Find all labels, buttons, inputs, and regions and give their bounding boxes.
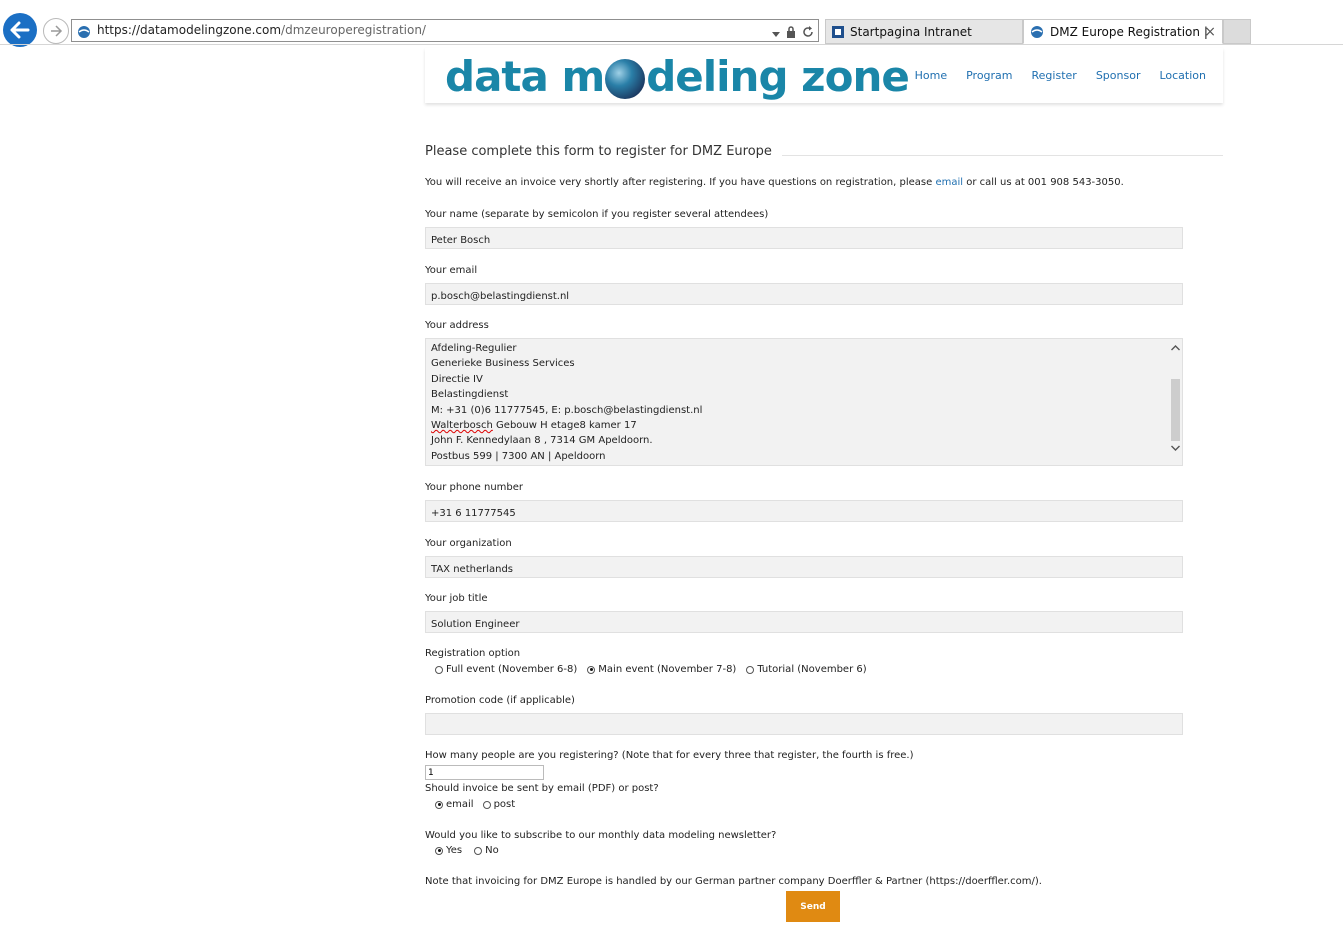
option-label: Full event (November 6-8) <box>446 664 578 675</box>
address-line: John F. Kennedylaan 8 , 7314 GM Apeldoor… <box>431 435 653 447</box>
option-label: Yes <box>446 845 463 856</box>
intro-after: or call us at 001 908 543-3050. <box>963 177 1124 188</box>
tab-label: DMZ Europe Registration | <box>1050 24 1208 39</box>
invoicing-note: Note that invoicing for DMZ Europe is ha… <box>425 876 1042 887</box>
nav-home[interactable]: Home <box>915 69 947 82</box>
chrome-divider <box>0 44 1343 45</box>
site-favicon-icon <box>1030 25 1044 39</box>
intro-text: You will receive an invoice very shortly… <box>425 177 1124 188</box>
invoice-options: email post <box>435 799 515 810</box>
nav-program[interactable]: Program <box>966 69 1012 82</box>
phone-label: Your phone number <box>425 482 524 493</box>
address-bar[interactable]: https://datamodelingzone.com/dmzeuropere… <box>71 19 819 42</box>
site-header: data m deling zone Home Program Register … <box>425 48 1223 103</box>
radio-full-event[interactable] <box>435 665 443 674</box>
option-full-event[interactable]: Full event (November 6-8) <box>435 664 577 675</box>
address-line: Belastingdienst <box>431 389 509 401</box>
registration-option-label: Registration option <box>425 648 521 659</box>
intro-before: You will receive an invoice very shortly… <box>425 177 936 188</box>
browser-chrome: https://datamodelingzone.com/dmzeuropere… <box>0 0 1343 47</box>
newsletter-options: Yes No <box>435 845 499 856</box>
address-line: Postbus 599 | 7300 AN | Apeldoorn <box>431 450 606 462</box>
forward-button[interactable] <box>43 18 69 44</box>
tab-dmz-registration[interactable]: DMZ Europe Registration | × <box>1023 19 1223 44</box>
nav-location[interactable]: Location <box>1159 69 1206 82</box>
scrollbar-thumb[interactable] <box>1171 379 1180 441</box>
option-label: Main event (November 7-8) <box>598 664 737 675</box>
option-no[interactable]: No <box>474 845 499 856</box>
dropdown-icon[interactable] <box>772 23 780 42</box>
logo-text-start: data m <box>445 52 605 101</box>
address-line-rest: Gebouw H etage8 kamer 17 <box>492 420 637 432</box>
back-button[interactable] <box>3 13 37 47</box>
job-title-input[interactable]: Solution Engineer <box>425 611 1183 633</box>
intranet-favicon-icon <box>832 25 844 38</box>
option-tutorial[interactable]: Tutorial (November 6) <box>746 664 867 675</box>
site-favicon-icon <box>77 24 91 43</box>
option-label: Tutorial (November 6) <box>757 664 867 675</box>
send-button[interactable]: Send <box>786 891 840 922</box>
newsletter-label: Would you like to subscribe to our month… <box>425 830 777 841</box>
url-domain: https://datamodelingzone.com <box>97 23 282 37</box>
option-yes[interactable]: Yes <box>435 845 462 856</box>
refresh-icon[interactable] <box>802 23 814 42</box>
address-label: Your address <box>425 320 489 331</box>
email-link[interactable]: email <box>935 177 963 188</box>
form-heading-row: Please complete this form to register fo… <box>425 144 1223 160</box>
job-title-label: Your job title <box>425 593 488 604</box>
email-label: Your email <box>425 265 478 276</box>
nav-register[interactable]: Register <box>1032 69 1077 82</box>
address-line: Generieke Business Services <box>431 358 575 370</box>
phone-input[interactable]: +31 6 11777545 <box>425 500 1183 522</box>
option-label: No <box>485 845 499 856</box>
url-path: /dmzeuroperegistration/ <box>281 23 426 37</box>
promo-label: Promotion code (if applicable) <box>425 695 575 706</box>
logo-text-end: deling zone <box>646 52 910 101</box>
site-logo[interactable]: data m deling zone <box>445 52 910 102</box>
tab-label: Startpagina Intranet <box>850 24 972 39</box>
option-label: post <box>493 799 516 810</box>
radio-post[interactable] <box>482 800 491 809</box>
main-nav: Home Program Register Sponsor Location <box>915 69 1206 82</box>
email-input[interactable]: p.bosch@belastingdienst.nl <box>425 283 1183 305</box>
address-line: Afdeling-Regulier <box>431 343 517 354</box>
name-label: Your name (separate by semicolon if you … <box>425 209 769 220</box>
organization-label: Your organization <box>425 538 512 549</box>
radio-main-event[interactable] <box>587 665 596 674</box>
radio-no[interactable] <box>474 846 483 855</box>
globe-icon <box>605 59 646 99</box>
address-line: M: +31 (0)6 11777545, E: p.bosch@belasti… <box>431 404 703 416</box>
radio-yes[interactable] <box>435 846 443 855</box>
forward-arrow-icon <box>51 25 63 37</box>
name-input[interactable]: Peter Bosch <box>425 227 1183 249</box>
radio-tutorial[interactable] <box>746 665 755 674</box>
page-title: Please complete this form to register fo… <box>425 144 782 159</box>
close-icon[interactable]: × <box>1204 24 1216 40</box>
back-arrow-icon <box>10 21 30 39</box>
misspelled-word: Walterbosch <box>431 420 493 432</box>
textarea-scrollbar[interactable] <box>1169 339 1182 465</box>
address-line: Walterbosch Gebouw H etage8 kamer 17 <box>431 418 1182 433</box>
option-main-event[interactable]: Main event (November 7-8) <box>587 664 736 675</box>
scroll-up-icon[interactable] <box>1171 345 1180 351</box>
url-text: https://datamodelingzone.com/dmzeuropere… <box>97 23 426 37</box>
heading-divider <box>775 155 1223 156</box>
registration-options: Full event (November 6-8) Main event (No… <box>435 664 867 675</box>
new-tab-button[interactable] <box>1223 19 1251 44</box>
address-textarea[interactable]: Afdeling-Regulier Generieke Business Ser… <box>425 338 1183 466</box>
organization-input[interactable]: TAX netherlands <box>425 556 1183 578</box>
invoice-label: Should invoice be sent by email (PDF) or… <box>425 783 659 794</box>
nav-sponsor[interactable]: Sponsor <box>1096 69 1141 82</box>
count-input[interactable]: 1 <box>425 765 544 780</box>
option-email[interactable]: email <box>435 799 474 810</box>
promo-input[interactable] <box>425 713 1183 735</box>
count-label: How many people are you registering? (No… <box>425 750 914 761</box>
option-post[interactable]: post <box>482 799 516 810</box>
option-label: email <box>446 799 474 810</box>
radio-email[interactable] <box>435 800 443 809</box>
tab-startpagina[interactable]: Startpagina Intranet <box>825 19 1023 44</box>
scroll-down-icon[interactable] <box>1171 445 1180 451</box>
address-line: Directie IV <box>431 373 483 385</box>
lock-icon[interactable] <box>786 23 796 42</box>
